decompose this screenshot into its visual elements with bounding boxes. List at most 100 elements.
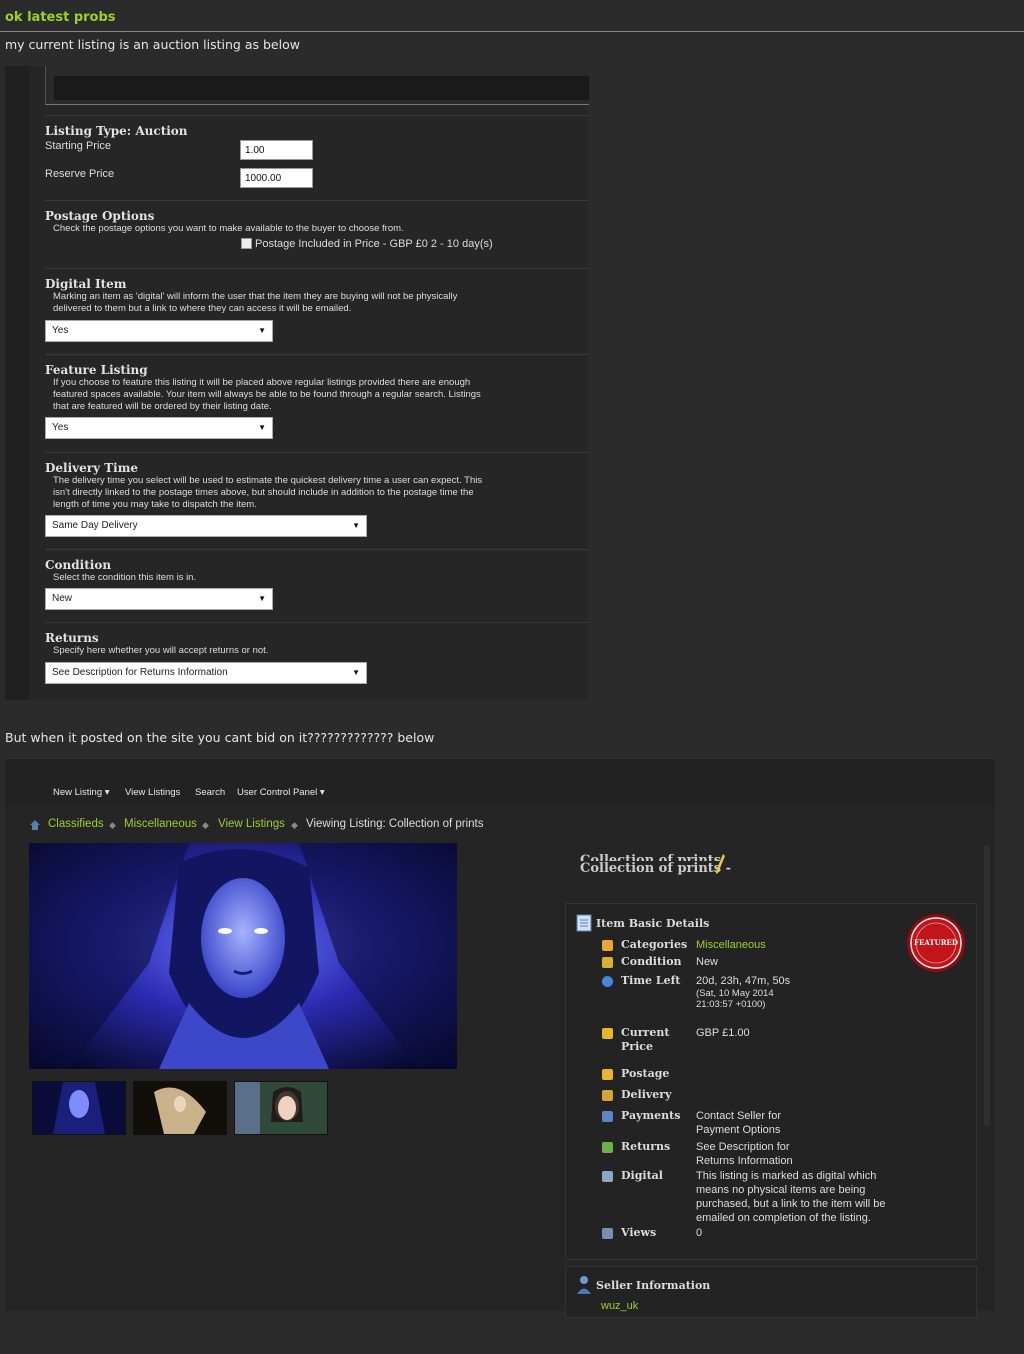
returns-heading: Returns (45, 631, 99, 645)
time-left-label: Time Left (621, 974, 681, 987)
categories-label: Categories (621, 938, 688, 951)
delivery-icon (602, 1090, 613, 1101)
current-price-value: GBP £1.00 (696, 1027, 750, 1039)
payments-icon (602, 1111, 613, 1122)
delivery-heading: Delivery Time (45, 461, 139, 475)
feature-desc-line1: If you choose to feature this listing it… (53, 377, 471, 388)
condition-label: Condition (621, 955, 682, 968)
categories-value[interactable]: Miscellaneous (696, 938, 916, 952)
listing-title: Collection of prints Collection of print… (580, 853, 731, 876)
views-icon (602, 1228, 613, 1239)
digital-value-line1: This listing is marked as digital which (696, 1170, 877, 1182)
featured-badge: FEATURED (905, 912, 967, 978)
nav-search[interactable]: Search (195, 787, 225, 798)
returns-select-value: See Description for Returns Information (52, 667, 228, 678)
breadcrumb-separator-icon: ◆ (291, 820, 298, 830)
listing-form-screenshot: Listing Type: Auction Starting Price 1.0… (5, 66, 589, 700)
returns-description: Specify here whether you will accept ret… (53, 645, 269, 656)
seller-name-link[interactable]: wuz_uk (601, 1299, 821, 1313)
clock-icon (602, 976, 613, 987)
postage-heading: Postage Options (45, 209, 155, 223)
listing-title-top: Collection of prints (580, 853, 722, 861)
top-nav: New Listing ▾ View Listings Search User … (5, 759, 995, 806)
post-question-text: But when it posted on the site you cant … (5, 730, 435, 745)
nav-view-listings[interactable]: View Listings (125, 787, 180, 798)
returns-icon (602, 1142, 613, 1153)
digital-value-line2: means no physical items are being (696, 1184, 866, 1196)
chevron-down-icon: ▼ (352, 668, 360, 677)
views-value: 0 (696, 1227, 703, 1239)
edit-pencil-icon[interactable] (715, 853, 727, 875)
starting-price-input[interactable]: 1.00 (240, 140, 313, 160)
chevron-down-icon: ▼ (258, 423, 266, 432)
returns-select[interactable]: See Description for Returns Information ▼ (45, 662, 367, 684)
user-icon (577, 1276, 591, 1294)
returns-value-line2: Returns Information (696, 1155, 793, 1167)
digital-item-section: Digital Item Marking an item as 'digital… (45, 277, 588, 315)
divider (45, 622, 588, 623)
condition-description: Select the condition this item is in. (53, 572, 197, 583)
coins-icon (602, 1028, 613, 1039)
condition-select-value: New (52, 593, 73, 604)
chevron-down-icon: ▾ (319, 787, 325, 798)
time-left-date-line2: 21:03:57 +0100) (696, 999, 766, 1010)
returns-label: Returns (621, 1140, 671, 1153)
chevron-down-icon: ▾ (104, 787, 110, 798)
nav-new-listing[interactable]: New Listing ▾ (53, 787, 110, 798)
seller-information-panel: Seller Information wuz_uk (565, 1266, 977, 1318)
delivery-select[interactable]: Same Day Delivery ▼ (45, 515, 367, 537)
returns-value-line1: See Description for (696, 1141, 790, 1153)
breadcrumb-separator-icon: ◆ (202, 820, 209, 830)
thumbnail-1[interactable] (32, 1081, 126, 1135)
breadcrumb-classifieds[interactable]: Classifieds (48, 818, 104, 830)
divider (45, 549, 588, 550)
digital-desc-line2: delivered to them but a link to where th… (53, 303, 352, 314)
feature-select[interactable]: Yes ▼ (45, 417, 273, 439)
editor-toolbar (54, 76, 589, 100)
nav-user-control-panel[interactable]: User Control Panel ▾ (237, 787, 325, 798)
postage-section: Postage Options Check the postage option… (45, 209, 588, 235)
digital-heading: Digital Item (45, 277, 127, 291)
feature-select-value: Yes (52, 422, 69, 433)
listing-main-image[interactable] (29, 843, 457, 1069)
reserve-price-input[interactable]: 1000.00 (240, 168, 313, 188)
listing-content: Classifieds ◆ Miscellaneous ◆ View Listi… (5, 806, 995, 1318)
feature-heading: Feature Listing (45, 363, 148, 377)
divider (45, 452, 588, 453)
condition-select[interactable]: New ▼ (45, 588, 273, 610)
breadcrumb-miscellaneous[interactable]: Miscellaneous (124, 818, 197, 830)
digital-label: Digital (621, 1169, 663, 1182)
thumbnail-3[interactable] (234, 1081, 328, 1135)
chevron-down-icon: ▼ (352, 521, 360, 530)
breadcrumb-view-listings[interactable]: View Listings (218, 818, 285, 830)
postage-option-label: Postage Included in Price - GBP £0 2 - 1… (255, 238, 493, 250)
document-icon (576, 914, 592, 932)
postage-icon (602, 1069, 613, 1080)
feature-desc-line2: featured spaces available. Your item wil… (53, 389, 481, 400)
seller-information-heading: Seller Information (596, 1279, 711, 1292)
listing-type-section: Listing Type: Auction (45, 124, 588, 138)
returns-section: Returns Specify here whether you will ac… (45, 631, 588, 657)
time-left-value: 20d, 23h, 47m, 50s (696, 975, 791, 987)
postage-label: Postage (621, 1067, 670, 1080)
digital-select[interactable]: Yes ▼ (45, 320, 273, 342)
star-icon (602, 957, 613, 968)
feature-listing-section: Feature Listing If you choose to feature… (45, 363, 588, 413)
folder-icon (602, 940, 613, 951)
home-icon[interactable] (29, 819, 41, 831)
current-price-label: Current Price (621, 1026, 691, 1054)
current-price-label-line2: Price (621, 1040, 653, 1053)
delivery-desc-line2: isn't directly linked to the postage tim… (53, 487, 474, 498)
delivery-time-section: Delivery Time The delivery time you sele… (45, 461, 588, 511)
chevron-down-icon: ▼ (258, 326, 266, 335)
payments-value-line2: Payment Options (696, 1124, 781, 1136)
delivery-select-value: Same Day Delivery (52, 520, 138, 531)
starting-price-label: Starting Price (45, 140, 112, 152)
breadcrumb-separator-icon: ◆ (109, 820, 116, 830)
condition-heading: Condition (45, 558, 112, 572)
digital-select-value: Yes (52, 325, 69, 336)
post-title: ok latest probs (5, 10, 116, 25)
postage-checkbox[interactable] (241, 238, 252, 249)
page-scrollbar[interactable] (984, 846, 990, 1126)
thumbnail-2[interactable] (133, 1081, 227, 1135)
